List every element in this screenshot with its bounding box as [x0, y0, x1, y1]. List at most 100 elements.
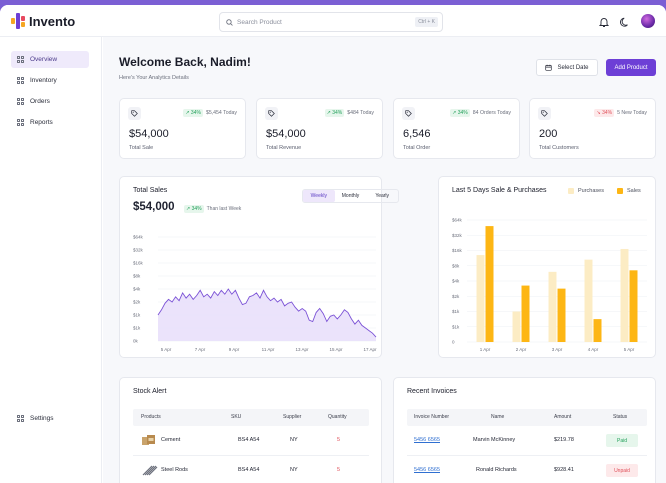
sales-bar — [557, 288, 566, 342]
y-tick-label: $1k — [452, 324, 460, 329]
sidebar-item-orders[interactable]: Orders — [11, 93, 89, 110]
sidebar-item-label: Overview — [30, 56, 58, 63]
grid-icon — [17, 415, 24, 422]
y-tick-label: $2k — [452, 294, 460, 299]
sku: BS4 A54 — [238, 467, 260, 473]
row-divider — [133, 455, 369, 456]
status-badge: Paid — [606, 434, 638, 447]
stat-value: $54,000 — [266, 128, 306, 140]
invoice-number-link[interactable]: 5456 6565 — [414, 467, 440, 473]
select-date-button[interactable]: Select Date — [536, 59, 598, 76]
stat-value: 6,546 — [403, 128, 431, 140]
tab-yearly[interactable]: Yearly — [366, 190, 398, 202]
sidebar-item-label: Orders — [30, 98, 50, 105]
sales-bar — [593, 319, 602, 342]
trend-badge: ↗ 34% — [450, 109, 470, 117]
sidebar-item-reports[interactable]: Reports — [11, 114, 89, 131]
amount: $928.41 — [554, 467, 574, 473]
stat-trend: ↘ 34% 5 New Today — [594, 109, 647, 117]
total-sales-card: Total Sales Weekly Monthly Yearly $54,00… — [119, 176, 399, 358]
app-window: Invento Search Product Ctrl + K Overview… — [0, 5, 666, 483]
recent-invoices-title: Recent Invoices — [407, 388, 457, 395]
stat-card[interactable]: ↗ 34% $484 Today $54,000 Total Revenue — [256, 98, 383, 159]
sidebar-item-settings[interactable]: Settings — [11, 410, 89, 427]
quantity: 5 — [337, 467, 341, 473]
y-tick-label: $8k — [133, 274, 141, 279]
bar-chart-title: Last 5 Days Sale & Purchases — [452, 187, 547, 194]
sidebar-item-inventory[interactable]: Inventory — [11, 72, 89, 89]
column-header: Supplier — [283, 414, 302, 420]
x-tick-label: 17 Apr — [363, 347, 377, 352]
y-tick-label: 0k — [133, 339, 139, 344]
stock-alert-card: Stock Alert Products SKU Supplier Quanti… — [119, 377, 382, 483]
page-subtitle: Here's Your Analytics Details — [119, 75, 189, 81]
add-product-button[interactable]: Add Product — [606, 59, 656, 76]
search-bar[interactable]: Search Product Ctrl + K — [219, 12, 443, 32]
y-tick-label: $64k — [133, 235, 144, 240]
legend-swatch-sales — [617, 188, 623, 194]
column-header: SKU — [231, 414, 242, 420]
grid-icon — [17, 119, 24, 126]
y-tick-label: $1k — [133, 313, 141, 318]
purchases-bar — [512, 311, 521, 342]
total-sales-trend: ↗ 34% Than last Week — [184, 205, 241, 213]
search-icon — [226, 18, 233, 26]
tab-weekly[interactable]: Weekly — [303, 190, 335, 202]
product-name: Steel Rods — [161, 467, 188, 473]
legend-sales: Sales — [627, 188, 641, 194]
sales-bar — [485, 226, 494, 342]
trend-note: $484 Today — [347, 110, 374, 116]
sidebar-item-overview[interactable]: Overview — [11, 51, 89, 68]
y-tick-label: $1k — [133, 326, 141, 331]
trend-note: 5 New Today — [617, 110, 647, 116]
sidebar: Overview Inventory Orders Reports Settin… — [0, 37, 102, 483]
stat-trend: ↗ 34% 84 Orders Today — [450, 109, 511, 117]
logo-icon — [11, 13, 25, 29]
select-date-label: Select Date — [557, 64, 589, 71]
recent-invoices-card: Recent Invoices Invoice Number Name Amou… — [393, 377, 656, 483]
sku: BS4 A54 — [238, 437, 260, 443]
bell-icon[interactable] — [598, 16, 610, 28]
purchases-bar — [476, 255, 485, 342]
sale-purchase-chart: $64k $32k $16k $8k $4k $2k $1k $1k 0 1 Apr 2 Apr 3 … — [452, 218, 647, 352]
amount: $219.78 — [554, 437, 574, 443]
sidebar-item-label: Reports — [30, 119, 53, 126]
tag-icon — [402, 107, 415, 120]
sales-bar — [521, 285, 530, 342]
stat-card[interactable]: ↗ 34% $5,454 Today $54,000 Total Sale — [119, 98, 246, 159]
stock-table-header: Products SKU Supplier Quantity — [133, 409, 369, 426]
x-tick-label: 1 Apr — [480, 347, 491, 352]
trend-badge: ↘ 34% — [594, 109, 615, 117]
moon-icon[interactable] — [619, 16, 631, 28]
sales-bar — [629, 270, 638, 342]
supplier: NY — [290, 437, 298, 443]
stat-trend: ↗ 34% $5,454 Today — [183, 109, 237, 117]
y-tick-label: $4k — [452, 279, 460, 284]
x-tick-label: 9 Apr — [229, 347, 240, 352]
invoice-number-link[interactable]: 5456 6565 — [414, 437, 440, 443]
column-header: Quantity — [328, 414, 347, 420]
x-tick-label: 5 Apr — [161, 347, 172, 352]
supplier: NY — [290, 467, 298, 473]
search-input[interactable]: Search Product — [237, 19, 415, 26]
row-divider — [407, 455, 647, 456]
total-sales-chart: $64k $32k $16k $8k $4k $2k $1k $1k 0k 5 Apr 7 Apr 9… — [133, 235, 377, 353]
main-content: Welcome Back, Nadim! Here's Your Analyti… — [103, 37, 666, 483]
grid-icon — [17, 56, 24, 63]
avatar[interactable] — [641, 14, 655, 28]
logo[interactable]: Invento — [11, 13, 75, 29]
x-tick-label: 7 Apr — [195, 347, 206, 352]
quantity: 5 — [337, 437, 341, 443]
column-header: Name — [491, 414, 505, 420]
purchases-bar — [584, 259, 593, 342]
x-tick-label: 5 Apr — [624, 347, 635, 352]
grid-icon — [17, 98, 24, 105]
tab-monthly[interactable]: Monthly — [335, 190, 367, 202]
x-tick-label: 15 Apr — [329, 347, 343, 352]
y-tick-label: 0 — [452, 340, 455, 345]
x-tick-label: 11 Apr — [262, 347, 275, 352]
stat-card[interactable]: ↘ 34% 5 New Today 200 Total Customers — [529, 98, 656, 159]
y-tick-label: $32k — [452, 233, 463, 238]
stat-card[interactable]: ↗ 34% 84 Orders Today 6,546 Total Order — [393, 98, 520, 159]
legend-swatch-purchases — [568, 188, 574, 194]
